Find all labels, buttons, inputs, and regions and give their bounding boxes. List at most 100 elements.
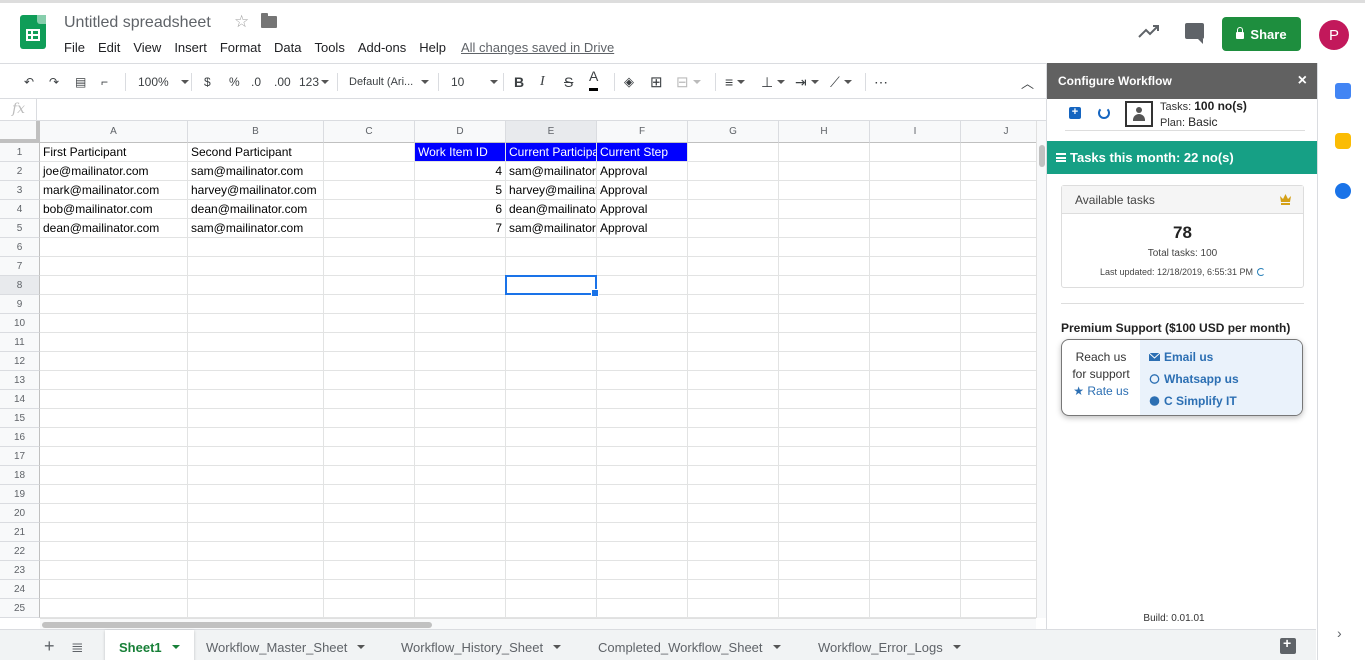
text-wrap-icon[interactable]: ⇥	[795, 64, 819, 100]
row-header[interactable]: 24	[0, 580, 40, 599]
cell-g9[interactable]	[688, 295, 779, 314]
cell-c15[interactable]	[324, 409, 415, 428]
cell-j20[interactable]	[961, 504, 1037, 523]
row-header[interactable]: 2	[0, 162, 40, 181]
cell-c8[interactable]	[324, 276, 415, 295]
keep-icon[interactable]	[1335, 133, 1351, 149]
cell-c13[interactable]	[324, 371, 415, 390]
menu-view[interactable]: View	[133, 40, 161, 55]
cell-h24[interactable]	[779, 580, 870, 599]
cell-i1[interactable]	[870, 143, 961, 162]
cell-e20[interactable]	[506, 504, 597, 523]
cell-f12[interactable]	[597, 352, 688, 371]
cell-a4[interactable]: bob@mailinator.com	[40, 200, 188, 219]
sheet-tab-workflow-history-sheet[interactable]: Workflow_History_Sheet	[387, 630, 575, 660]
cell-a9[interactable]	[40, 295, 188, 314]
cell-g16[interactable]	[688, 428, 779, 447]
cell-j14[interactable]	[961, 390, 1037, 409]
cell-f17[interactable]	[597, 447, 688, 466]
more-options-icon[interactable]: ⋯	[874, 64, 888, 100]
cell-h7[interactable]	[779, 257, 870, 276]
vertical-scrollbar[interactable]	[1036, 121, 1046, 618]
cell-h5[interactable]	[779, 219, 870, 238]
cell-f7[interactable]	[597, 257, 688, 276]
cell-i13[interactable]	[870, 371, 961, 390]
cell-a2[interactable]: joe@mailinator.com	[40, 162, 188, 181]
cell-b20[interactable]	[188, 504, 324, 523]
chevron-down-icon[interactable]	[952, 645, 961, 649]
cell-d20[interactable]	[415, 504, 506, 523]
cell-h2[interactable]	[779, 162, 870, 181]
cell-b17[interactable]	[188, 447, 324, 466]
menu-data[interactable]: Data	[274, 40, 301, 55]
cell-g5[interactable]	[688, 219, 779, 238]
row-header[interactable]: 6	[0, 238, 40, 257]
cell-d13[interactable]	[415, 371, 506, 390]
cell-g17[interactable]	[688, 447, 779, 466]
cell-g8[interactable]	[688, 276, 779, 295]
cell-c10[interactable]	[324, 314, 415, 333]
refresh-icon[interactable]	[1257, 268, 1266, 276]
cell-g22[interactable]	[688, 542, 779, 561]
chevron-down-icon[interactable]	[553, 645, 562, 649]
cell-i10[interactable]	[870, 314, 961, 333]
font-size-select[interactable]: 10	[451, 64, 499, 100]
cell-i2[interactable]	[870, 162, 961, 181]
cell-f15[interactable]	[597, 409, 688, 428]
cell-e24[interactable]	[506, 580, 597, 599]
cell-f8[interactable]	[597, 276, 688, 295]
cell-j4[interactable]	[961, 200, 1037, 219]
cell-h17[interactable]	[779, 447, 870, 466]
cell-d14[interactable]	[415, 390, 506, 409]
sheet-tab-sheet1[interactable]: Sheet1	[105, 630, 194, 660]
column-header-e[interactable]: E	[506, 121, 597, 143]
column-header-c[interactable]: C	[324, 121, 415, 143]
comment-icon[interactable]	[1185, 23, 1204, 44]
cell-j17[interactable]	[961, 447, 1037, 466]
cell-c4[interactable]	[324, 200, 415, 219]
cell-j8[interactable]	[961, 276, 1037, 295]
cell-i19[interactable]	[870, 485, 961, 504]
row-header[interactable]: 15	[0, 409, 40, 428]
cell-e7[interactable]	[506, 257, 597, 276]
cell-g4[interactable]	[688, 200, 779, 219]
chevron-down-icon[interactable]	[171, 645, 180, 649]
menu-edit[interactable]: Edit	[98, 40, 120, 55]
cell-b22[interactable]	[188, 542, 324, 561]
cell-f3[interactable]: Approval	[597, 181, 688, 200]
cell-h6[interactable]	[779, 238, 870, 257]
cell-d10[interactable]	[415, 314, 506, 333]
cell-i9[interactable]	[870, 295, 961, 314]
cell-c11[interactable]	[324, 333, 415, 352]
cell-a22[interactable]	[40, 542, 188, 561]
add-sheet-button[interactable]: +	[44, 636, 55, 657]
menu-addons[interactable]: Add-ons	[358, 40, 406, 55]
cell-c9[interactable]	[324, 295, 415, 314]
cell-d9[interactable]	[415, 295, 506, 314]
cell-f13[interactable]	[597, 371, 688, 390]
cell-j23[interactable]	[961, 561, 1037, 580]
cell-e5[interactable]: sam@mailinator.com	[506, 219, 597, 238]
cell-f14[interactable]	[597, 390, 688, 409]
cell-a15[interactable]	[40, 409, 188, 428]
cell-d16[interactable]	[415, 428, 506, 447]
cell-g14[interactable]	[688, 390, 779, 409]
cell-c18[interactable]	[324, 466, 415, 485]
redo-icon[interactable]: ↷	[49, 64, 59, 100]
cell-i6[interactable]	[870, 238, 961, 257]
row-header[interactable]: 13	[0, 371, 40, 390]
cell-c23[interactable]	[324, 561, 415, 580]
percent-format-button[interactable]: %	[229, 64, 240, 100]
cell-j1[interactable]	[961, 143, 1037, 162]
cell-j12[interactable]	[961, 352, 1037, 371]
column-header-a[interactable]: A	[40, 121, 188, 143]
cell-b24[interactable]	[188, 580, 324, 599]
cell-b2[interactable]: sam@mailinator.com	[188, 162, 324, 181]
cell-h8[interactable]	[779, 276, 870, 295]
cell-f19[interactable]	[597, 485, 688, 504]
row-header[interactable]: 23	[0, 561, 40, 580]
cell-i20[interactable]	[870, 504, 961, 523]
column-header-b[interactable]: B	[188, 121, 324, 143]
cell-a16[interactable]	[40, 428, 188, 447]
cell-g25[interactable]	[688, 599, 779, 618]
